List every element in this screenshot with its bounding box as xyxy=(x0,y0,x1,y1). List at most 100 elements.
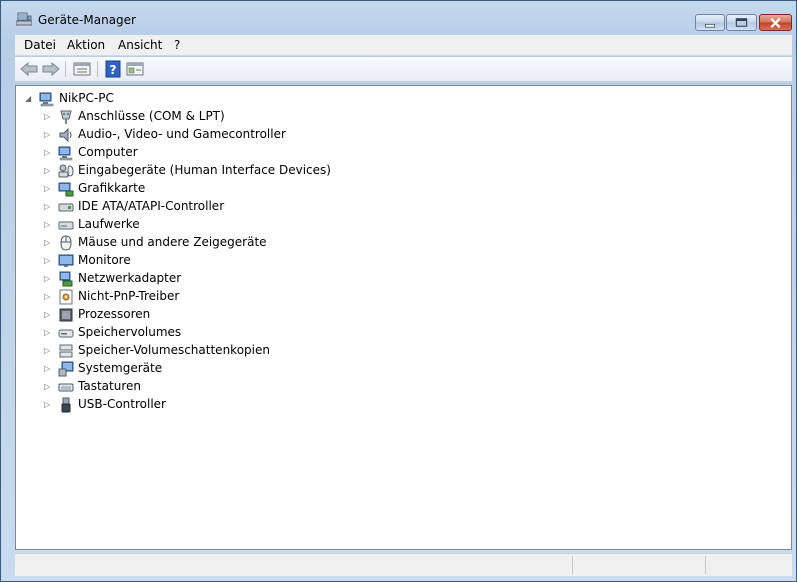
computer-icon xyxy=(58,146,73,161)
tree-item-monitore[interactable]: ▷ Monitore xyxy=(16,252,716,270)
speaker-icon xyxy=(59,127,72,143)
tree-item-grafikkarte[interactable]: ▷ Grafikkarte xyxy=(16,180,716,198)
device-manager-icon xyxy=(16,12,32,26)
tree-item-label: NikPC-PC xyxy=(59,91,114,105)
tree-item-mäuse-und-andere-zeigegeräte[interactable]: ▷ Mäuse und andere Zeigegeräte xyxy=(16,234,716,252)
mouse-icon xyxy=(60,235,72,251)
collapsed-arrow-icon[interactable]: ▷ xyxy=(44,383,52,391)
collapsed-arrow-icon[interactable]: ▷ xyxy=(44,185,52,193)
tree-item-ide-ata-atapi-controller[interactable]: ▷ IDE ATA/ATAPI-Controller xyxy=(16,198,716,216)
tree-item-label: USB-Controller xyxy=(78,397,166,411)
collapsed-arrow-icon[interactable]: ▷ xyxy=(44,293,52,301)
status-bar xyxy=(15,553,792,576)
svg-text:?: ? xyxy=(110,63,117,77)
collapsed-arrow-icon[interactable]: ▷ xyxy=(44,311,52,319)
menu-aktion[interactable]: Aktion xyxy=(67,38,105,52)
tree-item-label: Systemgeräte xyxy=(78,361,163,375)
collapsed-arrow-icon[interactable]: ▷ xyxy=(44,365,52,373)
tree-item-laufwerke[interactable]: ▷ Laufwerke xyxy=(16,216,716,234)
maximize-icon xyxy=(735,18,748,27)
collapsed-arrow-icon[interactable]: ▷ xyxy=(44,203,52,211)
network-adapter-icon xyxy=(59,271,73,287)
expanded-arrow-icon[interactable]: ◢ xyxy=(25,95,33,103)
tree-item-label: Anschlüsse (COM & LPT) xyxy=(78,109,225,123)
menu-bar: Datei Aktion Ansicht ? xyxy=(15,35,792,56)
tree-item-label: Tastaturen xyxy=(78,379,141,393)
menu-ansicht[interactable]: Ansicht xyxy=(118,38,162,52)
tree-item-label: Speicher-Volumeschattenkopien xyxy=(78,343,270,357)
collapsed-arrow-icon[interactable]: ▷ xyxy=(44,329,52,337)
tree-item-label: Eingabegeräte (Human Interface Devices) xyxy=(78,163,331,177)
console-tree-icon[interactable] xyxy=(125,60,145,78)
tree-item-speichervolumes[interactable]: ▷ Speichervolumes xyxy=(16,324,716,342)
menu-help[interactable]: ? xyxy=(174,38,180,52)
tree-item-label: IDE ATA/ATAPI-Controller xyxy=(78,199,225,213)
tree-item-computer[interactable]: ▷ Computer xyxy=(16,144,716,162)
collapsed-arrow-icon[interactable]: ▷ xyxy=(44,347,52,355)
window-title: Geräte-Manager xyxy=(38,13,136,27)
toolbar-separator xyxy=(65,61,66,77)
help-icon[interactable]: ? xyxy=(103,60,123,78)
forward-arrow-icon[interactable] xyxy=(41,60,61,78)
collapsed-arrow-icon[interactable]: ▷ xyxy=(44,239,52,247)
device-tree[interactable]: ◢ NikPC-PC ▷ Anschlüsse (COM & LPT) ▷ Audio-,… xyxy=(15,85,792,550)
device-manager-window: Geräte-Manager Datei Aktion Ansicht ? ? … xyxy=(0,0,797,582)
tree-item-label: Nicht-PnP-Treiber xyxy=(78,289,180,303)
title-bar[interactable]: Geräte-Manager xyxy=(1,1,796,33)
system-device-icon xyxy=(58,361,74,377)
close-button[interactable] xyxy=(759,14,792,31)
port-icon xyxy=(60,110,72,124)
tree-item-usb-controller[interactable]: ▷ USB-Controller xyxy=(16,396,716,414)
collapsed-arrow-icon[interactable]: ▷ xyxy=(44,401,52,409)
tree-item-netzwerkadapter[interactable]: ▷ Netzwerkadapter xyxy=(16,270,716,288)
tree-item-nicht-pnp-treiber[interactable]: ▷ Nicht-PnP-Treiber xyxy=(16,288,716,306)
tree-item-speicher-volumeschattenkopien[interactable]: ▷ Speicher-Volumeschattenkopien xyxy=(16,342,716,360)
tree-item-label: Laufwerke xyxy=(78,217,140,231)
menu-datei[interactable]: Datei xyxy=(24,38,56,52)
tree-item-label: Computer xyxy=(78,145,138,159)
ide-controller-icon xyxy=(58,203,74,212)
tree-item-label: Grafikkarte xyxy=(78,181,146,195)
collapsed-arrow-icon[interactable]: ▷ xyxy=(44,149,52,157)
tree-item-label: Prozessoren xyxy=(78,307,151,321)
usb-icon xyxy=(61,397,71,413)
processor-icon xyxy=(59,308,73,322)
storage-volume-icon xyxy=(58,329,74,338)
display-adapter-icon xyxy=(58,182,74,197)
tree-item-eingabegeräte-human-interface-devices[interactable]: ▷ Eingabegeräte (Human Interface Devices) xyxy=(16,162,716,180)
disk-drive-icon xyxy=(58,221,74,230)
collapsed-arrow-icon[interactable]: ▷ xyxy=(44,167,52,175)
computer-icon xyxy=(39,92,54,107)
minimize-icon xyxy=(704,23,716,28)
toolbar-separator xyxy=(97,61,98,77)
status-cell xyxy=(705,556,792,574)
close-icon xyxy=(770,17,781,29)
monitor-icon xyxy=(58,254,74,267)
properties-icon[interactable] xyxy=(72,60,92,78)
tree-item-anschlüsse-com-lpt[interactable]: ▷ Anschlüsse (COM & LPT) xyxy=(16,108,716,126)
collapsed-arrow-icon[interactable]: ▷ xyxy=(44,131,52,139)
hid-icon xyxy=(58,164,74,178)
collapsed-arrow-icon[interactable]: ▷ xyxy=(44,257,52,265)
collapsed-arrow-icon[interactable]: ▷ xyxy=(44,275,52,283)
driver-icon xyxy=(59,289,73,305)
collapsed-arrow-icon[interactable]: ▷ xyxy=(44,221,52,229)
back-arrow-icon[interactable] xyxy=(19,60,39,78)
minimize-button[interactable] xyxy=(695,14,725,31)
tree-item-prozessoren[interactable]: ▷ Prozessoren xyxy=(16,306,716,324)
tree-item-root[interactable]: ◢ NikPC-PC xyxy=(16,90,716,108)
tree-item-label: Monitore xyxy=(78,253,131,267)
tree-item-label: Speichervolumes xyxy=(78,325,182,339)
status-cell xyxy=(572,556,705,574)
tree-item-label: Mäuse und andere Zeigegeräte xyxy=(78,235,267,249)
shadow-copy-icon xyxy=(59,344,73,358)
tree-item-label: Audio-, Video- und Gamecontroller xyxy=(78,127,286,141)
tree-item-audio-video-und-gamecontroller[interactable]: ▷ Audio-, Video- und Gamecontroller xyxy=(16,126,716,144)
keyboard-icon xyxy=(58,383,74,392)
tree-item-label: Netzwerkadapter xyxy=(78,271,182,285)
tree-item-tastaturen[interactable]: ▷ Tastaturen xyxy=(16,378,716,396)
maximize-button[interactable] xyxy=(726,14,757,31)
tree-item-systemgeräte[interactable]: ▷ Systemgeräte xyxy=(16,360,716,378)
collapsed-arrow-icon[interactable]: ▷ xyxy=(44,113,52,121)
toolbar: ? xyxy=(15,57,792,82)
